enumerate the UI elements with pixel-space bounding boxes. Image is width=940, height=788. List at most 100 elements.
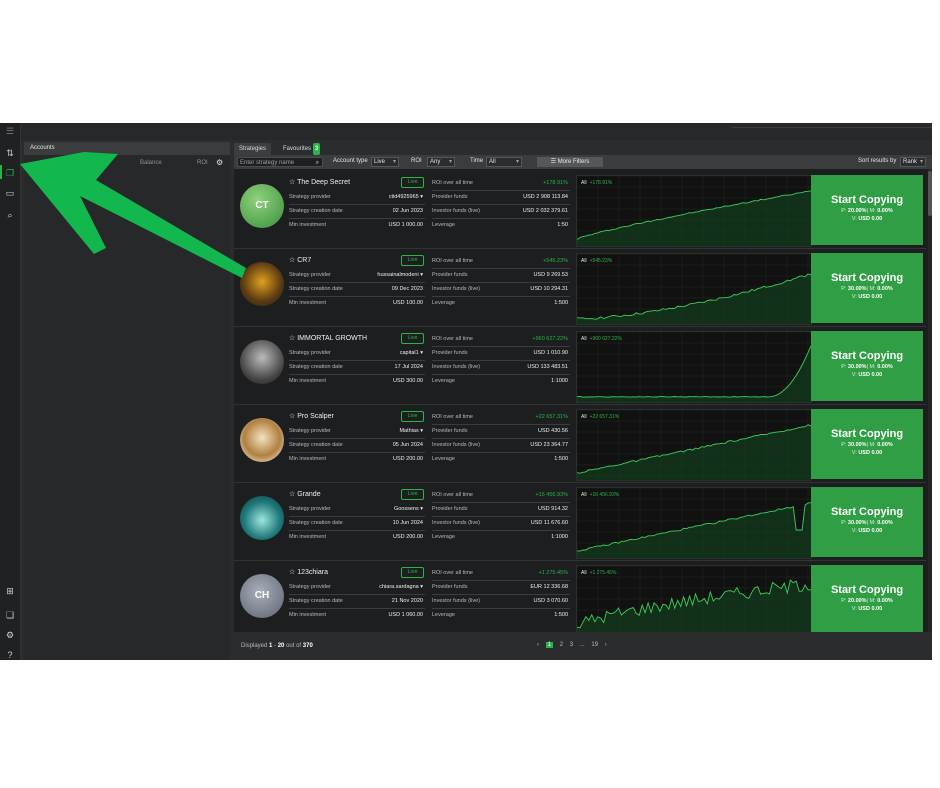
strategy-row[interactable]: ☆ Pro Scalper Live Strategy provider Math…: [234, 404, 926, 483]
col-roi[interactable]: ROI: [197, 160, 208, 166]
provider-field: Strategy provider chiara.sardagna ▾: [289, 580, 425, 595]
volume-fee: V: USD 0.00: [851, 606, 883, 612]
settings-icon[interactable]: ⚙: [216, 158, 223, 167]
strategy-avatar[interactable]: [240, 496, 284, 540]
col-balance[interactable]: Balance: [140, 160, 162, 166]
volume-fee: V: USD 0.00: [851, 528, 883, 534]
start-copying-button[interactable]: Start Copying P: 20.00%| M: 0.00% V: USD…: [811, 175, 923, 245]
star-icon[interactable]: ☆: [289, 335, 297, 342]
provider-funds-field: Provider funds USD 1 010.90: [432, 346, 570, 361]
page-2[interactable]: 2: [560, 642, 563, 648]
strategy-name[interactable]: ☆ CR7: [289, 256, 311, 264]
strategy-avatar[interactable]: [240, 418, 284, 462]
leverage-field: Leverage 1:50: [432, 222, 568, 228]
performance-chart[interactable]: All +22 657.31%: [576, 409, 812, 481]
provider-field: Strategy provider hussainalmodeni ▾: [289, 268, 425, 283]
start-copying-button[interactable]: Start Copying P: 30.00%| M: 0.00% V: USD…: [811, 331, 923, 401]
roi-field: ROI over all time +1 275.45%: [432, 566, 570, 581]
search-icon: ⌕: [315, 160, 319, 166]
roi-field: ROI over all time +22 657.31%: [432, 410, 570, 425]
performance-chart[interactable]: All +178.91%: [576, 175, 812, 247]
gift-icon[interactable]: ⊞: [4, 585, 16, 597]
strategy-avatar[interactable]: [240, 340, 284, 384]
page-1[interactable]: 1: [545, 642, 554, 648]
page-3[interactable]: 3: [570, 642, 573, 648]
strategy-row[interactable]: CT ☆ The Deep Secret Live Strategy provi…: [234, 170, 926, 249]
start-copying-button[interactable]: Start Copying P: 30.00%| M: 0.00% V: USD…: [811, 253, 923, 323]
chart-range-label[interactable]: All +960 627.22%: [581, 336, 622, 342]
star-icon[interactable]: ☆: [289, 491, 297, 498]
strategy-row[interactable]: ☆ CR7 Live Strategy provider hussainalmod…: [234, 248, 926, 327]
provider-name[interactable]: hussainalmodeni ▾: [377, 272, 423, 278]
provider-name[interactable]: capital1 ▾: [400, 350, 423, 356]
favourites-count: 3: [313, 143, 321, 155]
time-select[interactable]: All: [486, 157, 522, 167]
strategy-row[interactable]: ☆ Grande Live Strategy provider Goossens …: [234, 482, 926, 561]
search-analytics-icon[interactable]: ⌕: [4, 209, 16, 221]
provider-name[interactable]: chiara.sardagna ▾: [379, 584, 423, 590]
strategy-avatar[interactable]: [240, 262, 284, 306]
roi-field: ROI over all time +16 456.93%: [432, 488, 570, 503]
fee-summary: P: 20.00%| M: 0.00%: [841, 598, 893, 604]
star-icon[interactable]: ☆: [289, 179, 297, 186]
strategies-icon[interactable]: ⇅: [4, 147, 16, 159]
provider-field: Strategy provider Mathias ▾: [289, 424, 425, 439]
prev-page-button[interactable]: ‹: [537, 642, 539, 648]
docs-icon[interactable]: ❏: [4, 609, 16, 621]
strategy-name[interactable]: ☆ 123chiara: [289, 568, 328, 576]
volume-fee: V: USD 0.00: [851, 372, 883, 378]
provider-name[interactable]: Mathias ▾: [399, 428, 423, 434]
start-copying-button[interactable]: Start Copying P: 20.00%| M: 0.00% V: USD…: [811, 565, 923, 632]
strategy-name[interactable]: ☆ Pro Scalper: [289, 412, 334, 420]
chart-range-label[interactable]: All +1 275.45%: [581, 570, 616, 576]
performance-chart[interactable]: All +960 627.22%: [576, 331, 812, 403]
roi-field: ROI over all time +178.91%: [432, 176, 570, 191]
chart-range-label[interactable]: All +22 657.31%: [581, 414, 619, 420]
tab-strategies[interactable]: Strategies: [234, 143, 272, 155]
copy-icon[interactable]: ❐: [4, 167, 16, 179]
provider-name[interactable]: ctid4925965 ▾: [389, 194, 423, 200]
performance-chart[interactable]: All +16 456.93%: [576, 487, 812, 559]
min-investment-field: Min investment USD 1 060.00: [289, 612, 423, 618]
chart-range-label[interactable]: All +16 456.93%: [581, 492, 619, 498]
accounts-panel: Accounts Balance ROI ⚙: [24, 142, 230, 660]
start-copying-button[interactable]: Start Copying P: 30.00%| M: 0.00% V: USD…: [811, 487, 923, 557]
min-investment-field: Min investment USD 200.00: [289, 456, 423, 462]
leverage-field: Leverage 1:500: [432, 612, 568, 618]
provider-name[interactable]: Goossens ▾: [394, 506, 423, 512]
scrollbar[interactable]: [928, 169, 932, 632]
chart-range-label[interactable]: All +545.23%: [581, 258, 612, 264]
roi-select[interactable]: Any: [427, 157, 455, 167]
volume-fee: V: USD 0.00: [851, 294, 883, 300]
menu-icon[interactable]: ☰: [4, 125, 16, 137]
strategy-row[interactable]: ☆ IMMORTAL GROWTH Live Strategy provider…: [234, 326, 926, 405]
roi-label: ROI: [411, 158, 422, 164]
performance-chart[interactable]: All +545.23%: [576, 253, 812, 325]
star-icon[interactable]: ☆: [289, 569, 297, 576]
page-19[interactable]: 19: [591, 642, 598, 648]
star-icon[interactable]: ☆: [289, 257, 297, 264]
app-window: ☰ ⇅ ❐ ▭ ⌕ ⊞ ❏ ⚙ ? Accounts Balance ROI ⚙…: [0, 123, 932, 660]
strategy-row[interactable]: CH ☆ 123chiara Live Strategy provider chi…: [234, 560, 926, 632]
strategy-name[interactable]: ☆ The Deep Secret: [289, 178, 350, 186]
strategy-avatar[interactable]: CH: [240, 574, 284, 618]
strategy-avatar[interactable]: CT: [240, 184, 284, 228]
next-page-button[interactable]: ›: [605, 642, 607, 648]
provider-funds-field: Provider funds USD 430.56: [432, 424, 570, 439]
help-icon[interactable]: ?: [4, 649, 16, 660]
start-copying-button[interactable]: Start Copying P: 30.00%| M: 0.00% V: USD…: [811, 409, 923, 479]
strategy-name[interactable]: ☆ Grande: [289, 490, 321, 498]
settings-icon[interactable]: ⚙: [4, 629, 16, 641]
chart-range-label[interactable]: All +178.91%: [581, 180, 612, 186]
star-icon[interactable]: ☆: [289, 413, 297, 420]
sort-select[interactable]: Rank: [900, 157, 926, 167]
tab-favourites[interactable]: Favourites 3: [278, 143, 325, 155]
live-badge: Live: [401, 333, 424, 344]
account-type-select[interactable]: Live: [371, 157, 399, 167]
more-filters-button[interactable]: ☰ More Filters: [537, 157, 603, 167]
strategy-name[interactable]: ☆ IMMORTAL GROWTH: [289, 334, 367, 342]
min-investment-field: Min investment USD 200.00: [289, 534, 423, 540]
wallet-icon[interactable]: ▭: [4, 187, 16, 199]
search-input[interactable]: Enter strategy name ⌕: [237, 157, 323, 167]
performance-chart[interactable]: All +1 275.45%: [576, 565, 812, 632]
